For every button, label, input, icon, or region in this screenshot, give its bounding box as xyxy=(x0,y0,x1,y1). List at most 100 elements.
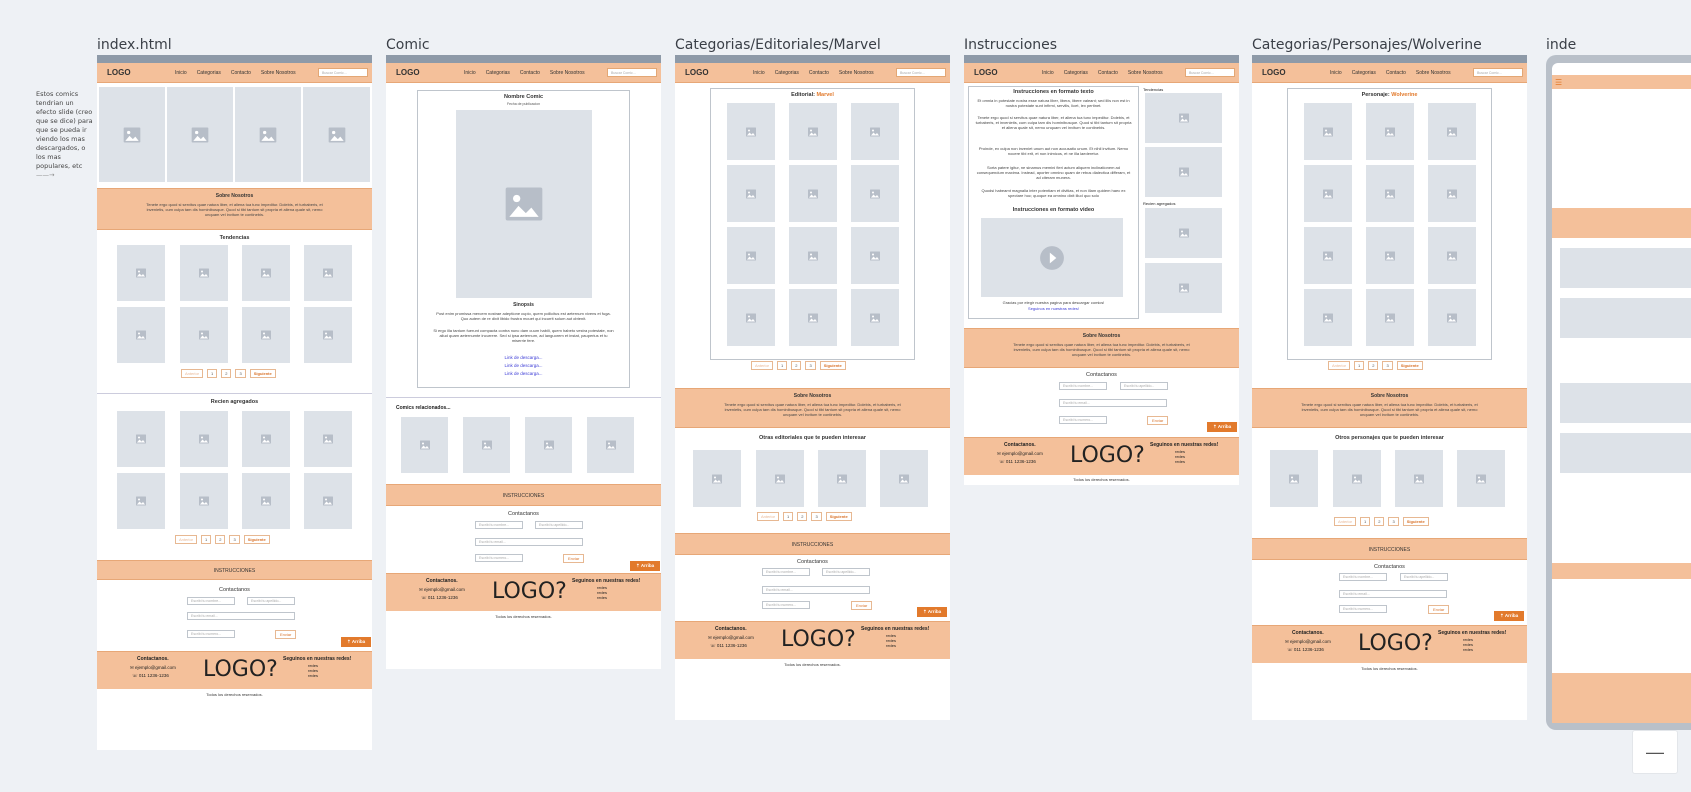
character-thumb[interactable] xyxy=(1270,450,1318,507)
instructions-link[interactable]: INSTRUCCIONES xyxy=(386,493,661,499)
slider-image[interactable] xyxy=(235,87,301,182)
comic-thumb[interactable] xyxy=(401,417,448,473)
send-button[interactable]: Enviar xyxy=(1428,605,1450,614)
pagination-page[interactable]: 2 xyxy=(221,369,232,378)
comic-thumb[interactable] xyxy=(789,227,837,284)
editorial-thumb[interactable] xyxy=(818,450,866,507)
comic-thumb[interactable] xyxy=(242,245,290,301)
nav-categorias[interactable]: Categorias xyxy=(1352,70,1376,76)
nav-inicio[interactable]: Inicio xyxy=(1330,70,1342,76)
pagination-next[interactable]: Siguiente xyxy=(243,535,270,544)
nav-inicio[interactable]: Inicio xyxy=(1042,70,1054,76)
video-player[interactable] xyxy=(981,218,1123,297)
pagination-page[interactable]: 2 xyxy=(1374,517,1385,526)
comic-thumb[interactable] xyxy=(789,289,837,346)
comic-thumb[interactable] xyxy=(789,165,837,222)
comic-thumb[interactable] xyxy=(180,411,228,467)
comic-thumb[interactable] xyxy=(1428,227,1476,284)
mobile-thumb[interactable] xyxy=(1560,298,1691,338)
pagination-page[interactable]: 3 xyxy=(805,361,816,370)
scroll-top-button[interactable]: ⇡ Arriba xyxy=(917,607,948,617)
pagination-page[interactable]: 2 xyxy=(791,361,802,370)
pagination-prev[interactable]: Anterior xyxy=(757,512,780,521)
pagination-page[interactable]: 1 xyxy=(1360,517,1371,526)
character-thumb[interactable] xyxy=(1395,450,1443,507)
send-button[interactable]: Enviar xyxy=(851,601,873,610)
nav-sobre[interactable]: Sobre Nosotros xyxy=(839,70,874,76)
email-field[interactable]: Escribi tu email... xyxy=(762,586,870,594)
send-button[interactable]: Enviar xyxy=(1147,416,1169,425)
mobile-thumb[interactable] xyxy=(1560,433,1691,473)
download-links[interactable]: Link de descarga... Link de descarga... Li… xyxy=(418,354,629,378)
mobile-thumb[interactable] xyxy=(1560,248,1691,288)
send-button[interactable]: Enviar xyxy=(563,554,585,563)
search-input[interactable]: Buscar Comic... xyxy=(1185,68,1235,77)
slider-image[interactable] xyxy=(167,87,233,182)
pagination-page[interactable]: 1 xyxy=(783,512,794,521)
hamburger-icon[interactable]: ☰ xyxy=(1555,78,1562,87)
pagination-page[interactable]: 3 xyxy=(811,512,822,521)
instructions-band[interactable]: INSTRUCCIONES xyxy=(386,484,661,506)
comic-thumb[interactable] xyxy=(1304,103,1352,160)
nav-categorias[interactable]: Categorias xyxy=(775,70,799,76)
logo[interactable]: LOGO xyxy=(107,68,131,77)
comic-thumb[interactable] xyxy=(304,473,352,529)
comic-thumb[interactable] xyxy=(525,417,572,473)
nav-sobre[interactable]: Sobre Nosotros xyxy=(261,70,296,76)
comic-thumb[interactable] xyxy=(117,473,165,529)
comic-thumb[interactable] xyxy=(1428,165,1476,222)
comic-thumb[interactable] xyxy=(180,307,228,363)
phone-field[interactable]: Escribi tu numero... xyxy=(1059,416,1107,424)
pagination-prev[interactable]: Anterior xyxy=(751,361,774,370)
comic-thumb[interactable] xyxy=(180,245,228,301)
nav-contacto[interactable]: Contacto xyxy=(1098,70,1118,76)
sidebar-thumb[interactable] xyxy=(1145,93,1222,143)
comic-thumb[interactable] xyxy=(304,307,352,363)
nav-contacto[interactable]: Contacto xyxy=(520,70,540,76)
footer-social-links[interactable]: redes redes redes xyxy=(308,663,318,678)
pagination-page[interactable]: 1 xyxy=(201,535,212,544)
logo[interactable]: LOGO xyxy=(1262,68,1286,77)
pagination-page[interactable]: 1 xyxy=(1354,361,1365,370)
comic-thumb[interactable] xyxy=(851,165,899,222)
comic-thumb[interactable] xyxy=(242,473,290,529)
scroll-top-button[interactable]: ⇡ Arriba xyxy=(341,637,372,647)
scroll-top-button[interactable]: ⇡ Arriba xyxy=(1494,611,1525,621)
pagination-page[interactable]: 3 xyxy=(235,369,246,378)
editorial-thumb[interactable] xyxy=(880,450,928,507)
footer-social-links[interactable]: redes redes redes xyxy=(886,633,896,648)
nav-categorias[interactable]: Categorias xyxy=(1064,70,1088,76)
nav-sobre[interactable]: Sobre Nosotros xyxy=(550,70,585,76)
comic-thumb[interactable] xyxy=(1366,289,1414,346)
comic-thumb[interactable] xyxy=(117,411,165,467)
nav-contacto[interactable]: Contacto xyxy=(809,70,829,76)
pagination-prev[interactable]: Anterior xyxy=(1334,517,1357,526)
search-input[interactable]: Buscar Comic... xyxy=(1473,68,1523,77)
pagination-next[interactable]: Siguiente xyxy=(1402,517,1429,526)
comic-thumb[interactable] xyxy=(1428,103,1476,160)
comic-thumb[interactable] xyxy=(727,165,775,222)
nav-sobre[interactable]: Sobre Nosotros xyxy=(1128,70,1163,76)
pagination-prev[interactable]: Anterior xyxy=(181,369,204,378)
surname-field[interactable]: Escribi tu apellido... xyxy=(1120,382,1168,390)
comic-thumb[interactable] xyxy=(587,417,634,473)
pagination-next[interactable]: Siguiente xyxy=(819,361,846,370)
slider-image[interactable] xyxy=(303,87,370,182)
name-field[interactable]: Escribi tu nombre... xyxy=(1339,573,1387,581)
logo[interactable]: LOGO xyxy=(396,68,420,77)
name-field[interactable]: Escribi tu nombre... xyxy=(1059,382,1107,390)
surname-field[interactable]: Escribi tu apellido... xyxy=(1400,573,1448,581)
comic-thumb[interactable] xyxy=(1428,289,1476,346)
pagination-next[interactable]: Siguiente xyxy=(825,512,852,521)
sidebar-thumb[interactable] xyxy=(1145,147,1222,197)
comic-thumb[interactable] xyxy=(727,227,775,284)
nav-contacto[interactable]: Contacto xyxy=(231,70,251,76)
comic-thumb[interactable] xyxy=(789,103,837,160)
footer-social-links[interactable]: redes redes redes xyxy=(597,585,607,600)
logo[interactable]: LOGO xyxy=(685,68,709,77)
footer-social-links[interactable]: redes redes redes xyxy=(1175,449,1185,464)
name-field[interactable]: Escribi tu nombre... xyxy=(187,597,235,605)
pagination-page[interactable]: 2 xyxy=(1368,361,1379,370)
search-input[interactable]: Buscar Comic... xyxy=(896,68,946,77)
mobile-instructions-band[interactable] xyxy=(1552,563,1691,579)
